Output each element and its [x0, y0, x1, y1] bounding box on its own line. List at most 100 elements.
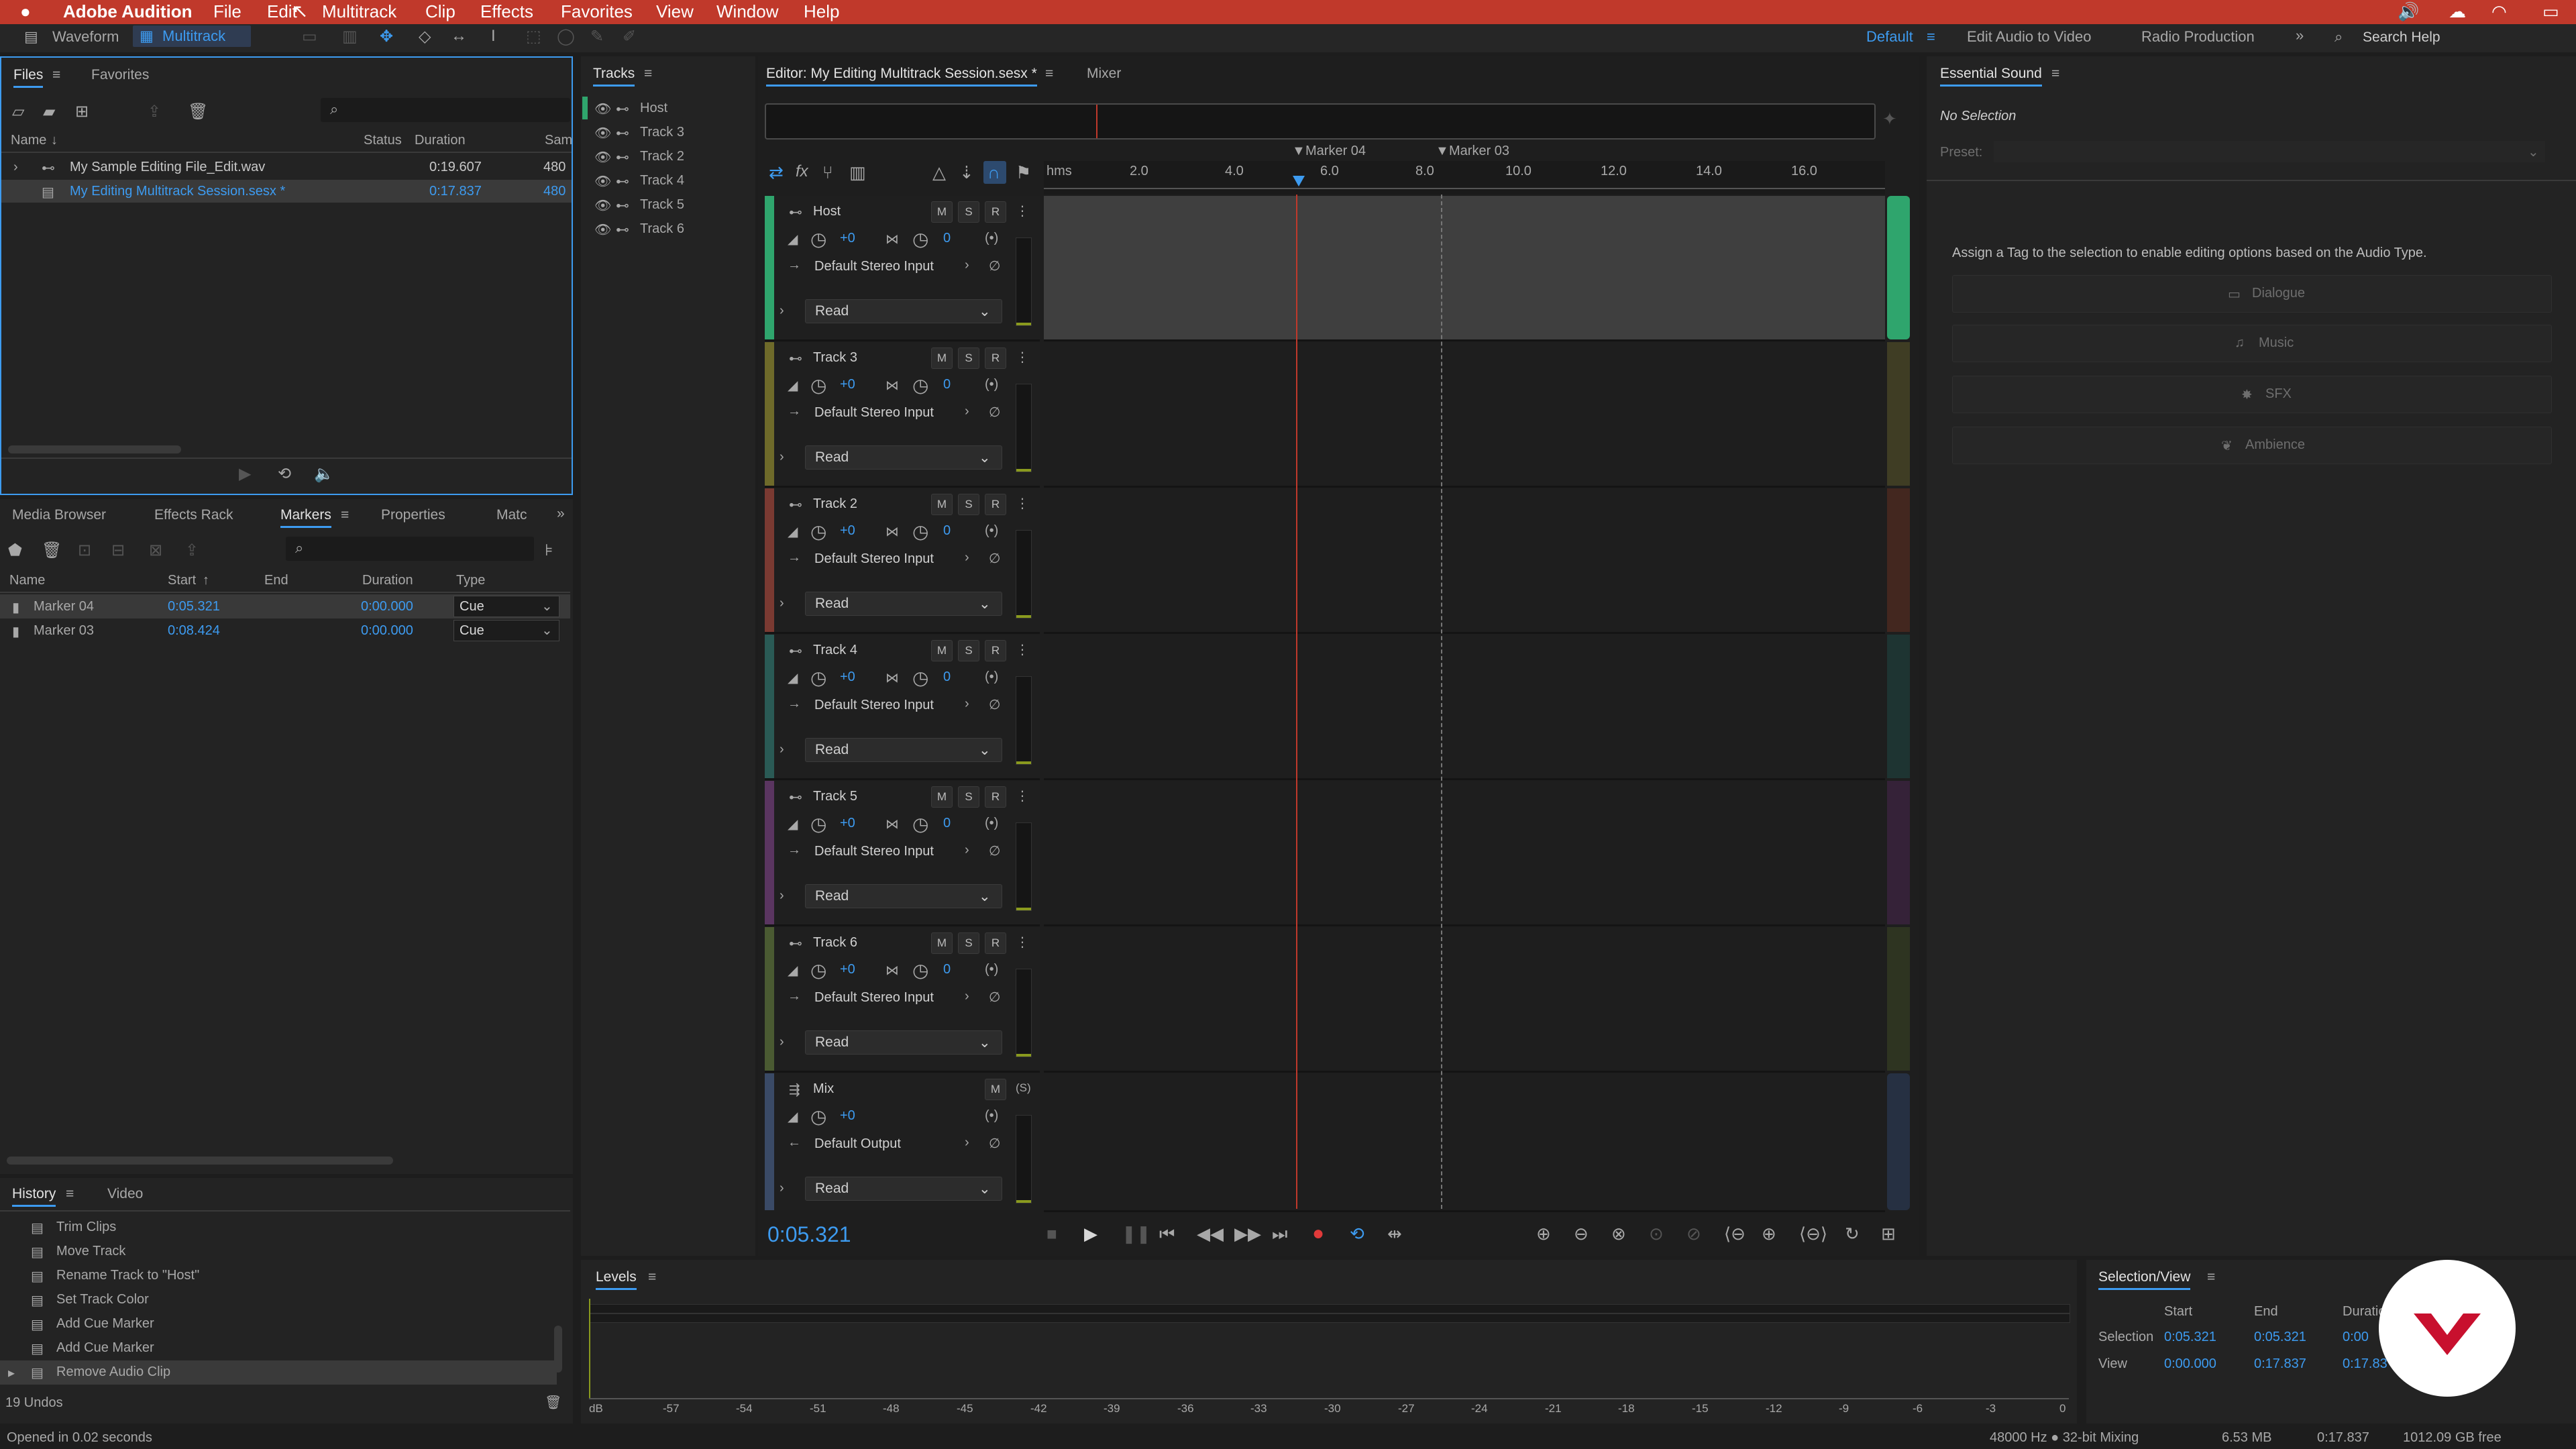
play-icon[interactable]: ▶	[239, 464, 251, 484]
automation-mode-select[interactable]: Read ⌄	[805, 592, 1002, 616]
levels-title[interactable]: Levels	[596, 1269, 637, 1290]
volume-value[interactable]: +0	[840, 816, 855, 831]
import-file-icon[interactable]: ▰	[43, 102, 55, 121]
zoom-selection-icon[interactable]: ⊙	[1649, 1224, 1664, 1244]
stereo-icon[interactable]: (•)	[985, 231, 998, 246]
expand-icon[interactable]: ›	[780, 449, 784, 465]
skip-selection-icon[interactable]: ⇹	[1387, 1224, 1402, 1244]
col-name[interactable]: Name	[9, 573, 45, 588]
mute-button[interactable]: M	[931, 640, 953, 661]
toolbar-tool-1-icon[interactable]: ▭	[302, 27, 317, 46]
track-lane-track-6[interactable]	[1044, 927, 1885, 1073]
menu-multitrack[interactable]: Multitrack	[322, 1, 396, 22]
volume-icon[interactable]: 🔊	[2398, 1, 2419, 22]
marker-name[interactable]: Marker 03	[34, 623, 94, 639]
tab-mixer[interactable]: Mixer	[1087, 66, 1121, 82]
marker-flag-icon[interactable]: ⚑	[1016, 162, 1031, 183]
track-lane-host[interactable]	[1044, 196, 1885, 341]
batch-process-icon[interactable]: ⇪	[185, 541, 199, 560]
chevron-right-icon[interactable]: ›	[965, 550, 969, 566]
more-icon[interactable]: ⋮	[1016, 203, 1029, 219]
editor-panel-menu-icon[interactable]: ≡	[1045, 66, 1053, 82]
essential-sound-title[interactable]: Essential Sound	[1940, 66, 2042, 87]
zoom-to-fit-icon[interactable]: ⊞	[1881, 1224, 1896, 1244]
automation-mode-select[interactable]: Read ⌄	[805, 884, 1002, 908]
pan-knob[interactable]: ◷	[912, 228, 928, 250]
record-arm-button[interactable]: R	[985, 494, 1006, 515]
pan-knob[interactable]: ◷	[912, 667, 928, 689]
stereo-icon[interactable]: (•)	[985, 962, 998, 977]
marker-start[interactable]: 0:08.424	[168, 623, 220, 639]
table-row[interactable]: ▮ Marker 03 0:08.424 0:00.000 Cue ⌄	[0, 619, 570, 643]
pan-value[interactable]: 0	[943, 377, 951, 392]
volume-value[interactable]: +0	[840, 1108, 855, 1124]
eye-icon[interactable]: 👁	[594, 149, 611, 166]
track-color-stripe[interactable]	[765, 927, 774, 1071]
volume-knob[interactable]: ◷	[810, 959, 826, 981]
healing-tool-icon[interactable]: ✐	[623, 27, 636, 46]
solo-button[interactable]: S	[958, 201, 979, 223]
list-item[interactable]: ▤ Trim Clips	[0, 1216, 557, 1240]
stereo-icon[interactable]: (•)	[985, 523, 998, 539]
col-name[interactable]: Name	[11, 133, 46, 148]
preset-select[interactable]: ⌄	[1994, 141, 2545, 162]
playhead-handle[interactable]	[1293, 176, 1305, 186]
col-duration[interactable]: Duration	[362, 573, 413, 588]
marker-options-icon[interactable]: ⊧	[545, 541, 553, 560]
solo-button[interactable]: S	[958, 494, 979, 515]
input-select[interactable]: Default Stereo Input	[814, 990, 934, 1006]
zoom-overview-bar[interactable]	[765, 103, 1876, 140]
more-icon[interactable]: ⋮	[1016, 641, 1029, 658]
markers-search-input[interactable]: ⌕	[286, 537, 534, 561]
pan-value[interactable]: 0	[943, 962, 951, 977]
selection-start[interactable]: 0:05.321	[2164, 1330, 2216, 1345]
playhead-line[interactable]	[1296, 195, 1297, 1209]
dialogue-button[interactable]: ▭ Dialogue	[1952, 275, 2552, 313]
list-item[interactable]: ▤ Add Cue Marker	[0, 1312, 557, 1336]
col-end[interactable]: End	[264, 573, 288, 588]
list-item[interactable]: 👁 ⊷ Track 5	[581, 193, 755, 216]
fx-icon[interactable]: fx	[796, 162, 808, 181]
track-lane-mix[interactable]	[1044, 1073, 1885, 1212]
stop-icon[interactable]: ■	[1046, 1224, 1057, 1244]
zoom-reset-icon[interactable]: ↻	[1845, 1224, 1860, 1244]
track-color-stripe[interactable]	[765, 196, 774, 339]
search-help-input[interactable]: Search Help	[2363, 30, 2440, 46]
more-panels-icon[interactable]: »	[557, 506, 565, 522]
track-lane-track-4[interactable]	[1044, 635, 1885, 780]
sends-icon[interactable]: ⑂	[822, 162, 833, 183]
time-display[interactable]: 0:05.321	[767, 1222, 851, 1247]
pan-value[interactable]: 0	[943, 523, 951, 539]
delete-marker-icon[interactable]: 🗑	[42, 541, 62, 560]
list-item[interactable]: 👁 ⊷ Track 4	[581, 169, 755, 192]
automation-mode-select[interactable]: Read ⌄	[805, 1030, 1002, 1055]
eye-icon[interactable]: 👁	[594, 125, 611, 142]
vertical-scrollbar[interactable]	[554, 1326, 562, 1373]
phase-icon[interactable]: ∅	[989, 989, 1000, 1006]
workspace-default[interactable]: Default	[1866, 28, 1913, 46]
move-tool-icon[interactable]: ✥	[380, 27, 393, 46]
automation-mode-select[interactable]: Read ⌄	[805, 445, 1002, 470]
solo-button[interactable]: S	[958, 347, 979, 369]
marker-type-select[interactable]: Cue ⌄	[453, 620, 559, 641]
razor-tool-icon[interactable]: ◇	[419, 27, 431, 46]
zoom-out-amplitude-icon[interactable]: ⊖	[1574, 1224, 1589, 1244]
track-name[interactable]: Track 4	[813, 643, 857, 658]
brush-tool-icon[interactable]: ✎	[590, 27, 604, 46]
volume-knob[interactable]: ◷	[810, 813, 826, 835]
view-end[interactable]: 0:17.837	[2254, 1356, 2306, 1372]
table-row[interactable]: › ⊷ My Sample Editing File_Edit.wav 0:19…	[1, 156, 572, 178]
chevron-right-icon[interactable]: ›	[965, 843, 969, 858]
expand-icon[interactable]: ›	[780, 742, 784, 757]
loop-icon[interactable]: ⟲	[278, 464, 291, 484]
tracks-title[interactable]: Tracks	[593, 66, 635, 87]
col-start[interactable]: Start	[168, 573, 196, 588]
markers-panel-menu-icon[interactable]: ≡	[341, 507, 349, 523]
track-name[interactable]: Track 2	[813, 496, 857, 512]
selection-view-title[interactable]: Selection/View	[2098, 1269, 2191, 1290]
volume-value[interactable]: +0	[840, 669, 855, 685]
chevron-right-icon[interactable]: ›	[965, 696, 969, 712]
mute-button[interactable]: M	[931, 932, 953, 954]
input-select[interactable]: Default Stereo Input	[814, 698, 934, 713]
chevron-right-icon[interactable]: ›	[965, 258, 969, 273]
